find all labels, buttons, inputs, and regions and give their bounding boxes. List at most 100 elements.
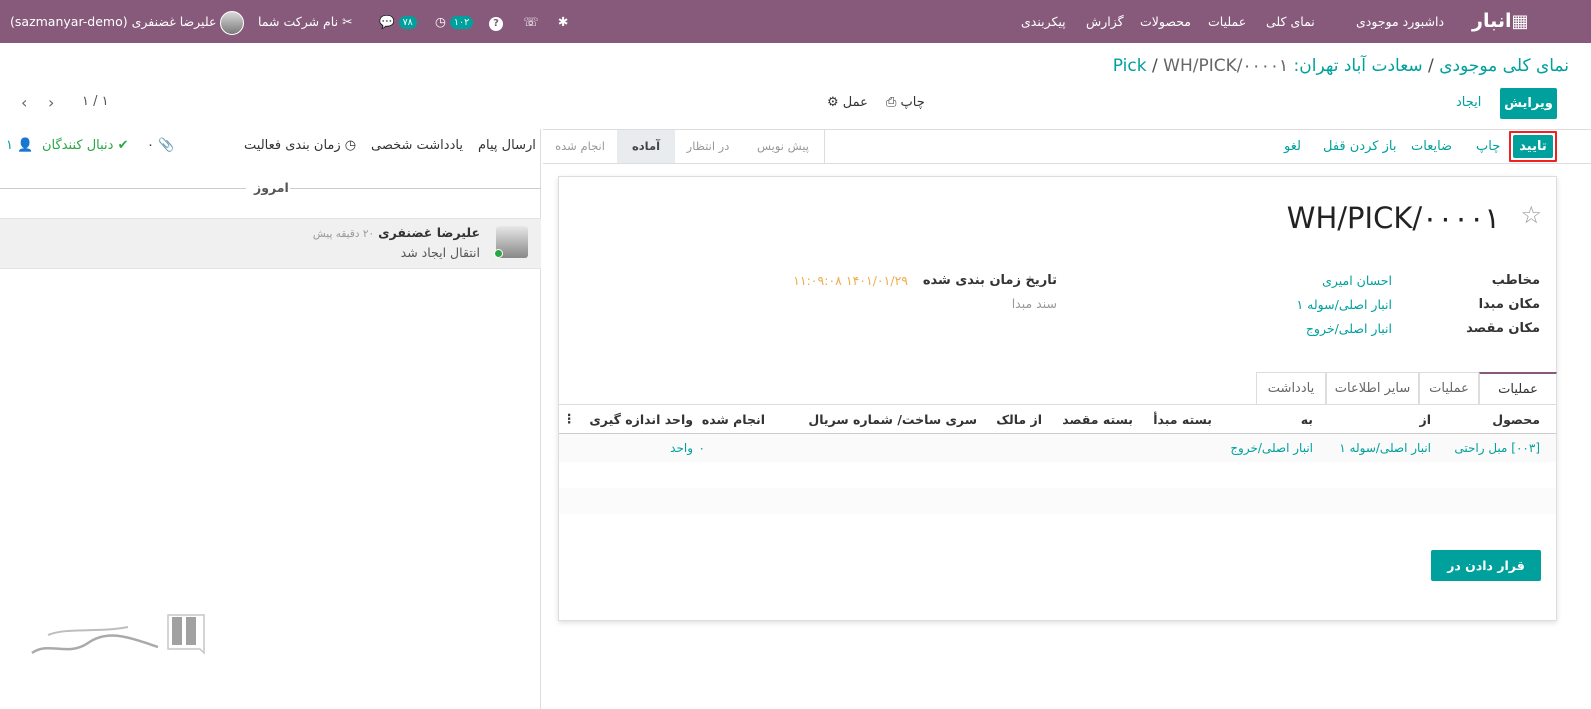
- activity-menu[interactable]: ◷ ۱۰۲: [435, 0, 474, 43]
- message-header: علیرضا غضنفری ۲۰ دقیقه پیش: [313, 225, 480, 240]
- divider-line: [0, 188, 246, 189]
- apps-grid-icon[interactable]: ▦: [1509, 0, 1531, 43]
- menu-configuration[interactable]: پیکربندی: [1021, 0, 1066, 43]
- messaging-menu[interactable]: 💬 ۷۸: [379, 0, 417, 43]
- follow-label: دنبال کنندگان: [42, 138, 114, 153]
- source-location-label: مکان مبدا: [1478, 297, 1540, 312]
- stage-done[interactable]: انجام شده: [543, 130, 617, 163]
- col-from[interactable]: از: [1420, 412, 1431, 427]
- date-separator: امروز: [254, 180, 289, 195]
- partner-label: مخاطب: [1491, 273, 1540, 288]
- col-source-package[interactable]: بسته مبدأ: [1153, 412, 1212, 427]
- user-avatar: [220, 10, 245, 35]
- menu-products[interactable]: محصولات: [1140, 0, 1191, 43]
- row-product[interactable]: [۰۰۳] مبل راحتی: [1454, 441, 1540, 455]
- pager-prev-icon[interactable]: ‹: [21, 93, 27, 112]
- message-time: ۲۰ دقیقه پیش: [312, 228, 375, 240]
- unlock-button[interactable]: باز کردن قفل: [1323, 130, 1396, 163]
- column-options-icon[interactable]: ⋮: [563, 411, 576, 426]
- tools-icon: ✂: [342, 14, 353, 29]
- cancel-button[interactable]: لغو: [1284, 130, 1301, 163]
- partner-value[interactable]: احسان امیری: [1322, 273, 1392, 288]
- send-message-button[interactable]: ارسال پیام: [478, 129, 536, 162]
- gear-icon: ⚙: [827, 95, 839, 110]
- bug-icon[interactable]: ✱: [558, 0, 568, 43]
- check-icon: ✔: [117, 138, 129, 153]
- tab-operations-detailed[interactable]: عملیات: [1479, 372, 1557, 404]
- source-location-value[interactable]: انبار اصلی/سوله ۱: [1296, 297, 1392, 312]
- scheduled-date-label: تاریخ زمان بندی شده: [922, 273, 1057, 288]
- user-menu[interactable]: علیرضا غضنفری (sazmanyar-demo): [10, 0, 245, 43]
- log-note-button[interactable]: یادداشت شخصی: [371, 129, 463, 162]
- stage-waiting[interactable]: در انتظار: [673, 130, 743, 163]
- tab-additional-info[interactable]: سایر اطلاعات: [1326, 372, 1419, 404]
- message-body: انتقال ایجاد شد: [400, 245, 480, 260]
- breadcrumb-separator: /: [1428, 56, 1434, 76]
- tab-operations[interactable]: عملیات: [1419, 372, 1479, 404]
- pager-next-icon[interactable]: ›: [48, 93, 54, 112]
- col-owner[interactable]: از مالک: [996, 412, 1042, 427]
- tabs-divider: [559, 404, 1556, 405]
- user-name: علیرضا غضنفری (sazmanyar-demo): [10, 14, 217, 29]
- row-done[interactable]: ۰: [699, 441, 705, 455]
- follow-button[interactable]: ✔ دنبال کنندگان: [42, 129, 128, 162]
- attachments-button[interactable]: ۰ 📎: [147, 129, 174, 162]
- stage-ready[interactable]: آماده: [617, 130, 675, 163]
- print-dropdown[interactable]: ⎙ چاپ: [886, 95, 925, 110]
- menu-overview[interactable]: نمای کلی: [1266, 0, 1315, 43]
- print-button[interactable]: چاپ: [1476, 130, 1500, 163]
- menu-reporting[interactable]: گزارش: [1086, 0, 1124, 43]
- row-uom[interactable]: واحد: [670, 441, 693, 455]
- message-item[interactable]: علیرضا غضنفری ۲۰ دقیقه پیش انتقال ایجاد …: [0, 218, 541, 269]
- confirm-button[interactable]: تایید: [1513, 135, 1553, 158]
- edit-button[interactable]: ویرایش: [1500, 88, 1557, 119]
- scrap-button[interactable]: ضایعات: [1411, 130, 1452, 163]
- action-dropdown[interactable]: ⚙ عمل: [827, 95, 868, 110]
- source-document-placeholder[interactable]: سند مبدا: [1012, 296, 1057, 311]
- followers-count: ۱: [6, 138, 13, 153]
- pager-value[interactable]: ۱ / ۱: [82, 94, 109, 109]
- schedule-activity-button[interactable]: ◷ زمان بندی فعالیت: [244, 129, 356, 162]
- help-icon[interactable]: ?: [489, 0, 503, 43]
- tab-note[interactable]: یادداشت: [1256, 372, 1326, 404]
- message-badge: ۷۸: [398, 16, 417, 29]
- breadcrumb-overview[interactable]: نمای کلی موجودی: [1439, 56, 1569, 76]
- col-product[interactable]: محصول: [1492, 412, 1540, 427]
- row-to[interactable]: انبار اصلی/خروج: [1230, 441, 1313, 455]
- company-name: نام شرکت شما: [258, 14, 339, 29]
- create-button[interactable]: ایجاد: [1456, 95, 1481, 110]
- phone-icon[interactable]: ☏: [523, 0, 539, 43]
- followers-button[interactable]: ۱ 👤: [6, 129, 33, 162]
- breadcrumb: نمای کلی موجودی / سعادت آباد تهران: Pick…: [1113, 56, 1569, 76]
- col-dest-package[interactable]: بسته مقصد: [1062, 412, 1133, 427]
- online-status-icon: [494, 249, 503, 258]
- chat-icon: 💬: [379, 14, 395, 29]
- col-to[interactable]: به: [1301, 412, 1313, 427]
- user-icon: 👤: [17, 138, 34, 153]
- status-bar: تایید چاپ ضایعات باز کردن قفل لغو پیش نو…: [543, 129, 1591, 164]
- activity-badge: ۱۰۲: [449, 16, 474, 29]
- schedule-activity-label: زمان بندی فعالیت: [244, 138, 341, 153]
- row-from[interactable]: انبار اصلی/سوله ۱: [1339, 441, 1431, 455]
- print-label: چاپ: [900, 95, 925, 110]
- clock-icon: ◷: [435, 14, 446, 29]
- star-icon[interactable]: ☆: [1520, 201, 1542, 229]
- app-name[interactable]: انبار: [1472, 0, 1511, 43]
- scheduled-date-value[interactable]: ۱۴۰۱/۰۱/۲۹ ۱۱:۰۹:۰۸: [793, 273, 908, 288]
- stage-bar: پیش نویس در انتظار آماده انجام شده: [543, 130, 825, 163]
- col-lot-serial[interactable]: سری ساخت/ شماره سریال: [808, 412, 977, 427]
- message-author[interactable]: علیرضا غضنفری: [378, 225, 480, 240]
- dest-location-value[interactable]: انبار اصلی/خروج: [1306, 321, 1392, 336]
- col-done[interactable]: انجام شده: [702, 412, 765, 427]
- breadcrumb-current: WH/PICK/۰۰۰۰۱: [1163, 56, 1289, 76]
- menu-inventory-dashboard[interactable]: داشبورد موجودی: [1356, 0, 1444, 43]
- company-switcher[interactable]: ✂ نام شرکت شما: [258, 0, 353, 43]
- record-title: WH/PICK/۰۰۰۰۱: [1286, 201, 1500, 235]
- col-uom[interactable]: واحد اندازه گیری: [589, 412, 693, 427]
- put-in-pack-button[interactable]: قرار دادن در بسته: [1431, 550, 1541, 604]
- stage-draft[interactable]: پیش نویس: [743, 130, 823, 163]
- attachment-count: ۰: [147, 138, 154, 153]
- confirm-highlight: تایید: [1509, 131, 1557, 162]
- menu-operations[interactable]: عملیات: [1208, 0, 1246, 43]
- paperclip-icon: 📎: [158, 138, 175, 153]
